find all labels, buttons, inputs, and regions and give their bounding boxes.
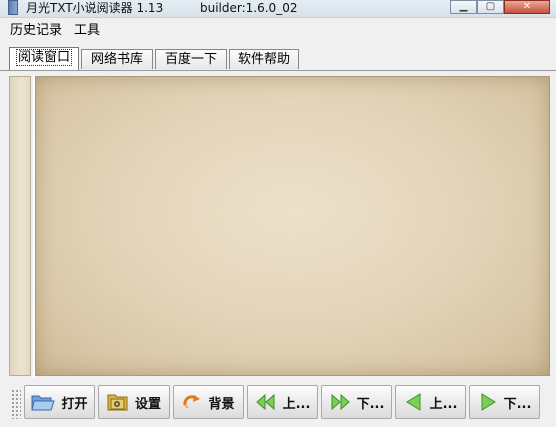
toolbar-grip-handle[interactable] [11, 389, 21, 419]
tab-strip: 阅读窗口 网络书库 百度一下 软件帮助 [0, 47, 556, 71]
background-label: 背景 [208, 396, 235, 412]
chapter-sidebar[interactable] [9, 76, 31, 376]
open-button[interactable]: 打开 [24, 385, 95, 419]
next-page-label: 下... [503, 396, 532, 412]
refresh-arrow-icon [182, 393, 202, 411]
next-chapter-button[interactable]: 下... [321, 385, 392, 419]
minimize-button[interactable]: ▁ [450, 0, 477, 14]
left-arrow-icon [404, 393, 424, 411]
folder-open-icon [31, 393, 56, 411]
tab-label: 百度一下 [164, 52, 217, 67]
tab-label: 软件帮助 [237, 52, 290, 67]
prev-page-button[interactable]: 上... [395, 385, 466, 419]
bottom-toolbar: 打开 设置 背景 上... 下... 上... 下... [7, 383, 552, 423]
open-label: 打开 [61, 396, 88, 412]
settings-label: 设置 [134, 396, 161, 412]
menu-tools[interactable]: 工具 [68, 19, 106, 43]
reading-panel [7, 71, 552, 382]
reading-area[interactable] [35, 76, 550, 376]
prev-chapter-button[interactable]: 上... [247, 385, 318, 419]
menu-bar: 历史记录 工具 [0, 18, 556, 44]
right-arrow-icon [478, 393, 498, 411]
background-button[interactable]: 背景 [173, 385, 244, 419]
gear-folder-icon [107, 392, 129, 412]
app-icon [8, 0, 18, 15]
settings-button[interactable]: 设置 [98, 385, 170, 419]
build-label: builder:1.6.0_02 [200, 1, 298, 15]
double-right-arrow-icon [329, 393, 351, 411]
double-left-arrow-icon [255, 393, 277, 411]
prev-page-label: 上... [429, 396, 458, 412]
window-title: 月光TXT小说阅读器 1.13 [26, 1, 164, 15]
tab-help[interactable]: 软件帮助 [229, 49, 299, 69]
tab-label: 网络书库 [90, 52, 143, 67]
tab-online-library[interactable]: 网络书库 [81, 49, 153, 69]
tab-reading-window[interactable]: 阅读窗口 [9, 47, 79, 70]
next-chapter-label: 下... [356, 396, 385, 412]
prev-chapter-label: 上... [282, 396, 311, 412]
next-page-button[interactable]: 下... [469, 385, 540, 419]
title-bar: 月光TXT小说阅读器 1.13 builder:1.6.0_02 ▁ ▢ ✕ [0, 0, 556, 18]
tab-label: 阅读窗口 [15, 49, 73, 66]
menu-history[interactable]: 历史记录 [0, 19, 68, 43]
tab-baidu[interactable]: 百度一下 [155, 49, 227, 69]
window-controls: ▁ ▢ ✕ [450, 0, 550, 14]
maximize-button[interactable]: ▢ [477, 0, 504, 14]
close-button[interactable]: ✕ [504, 0, 550, 14]
